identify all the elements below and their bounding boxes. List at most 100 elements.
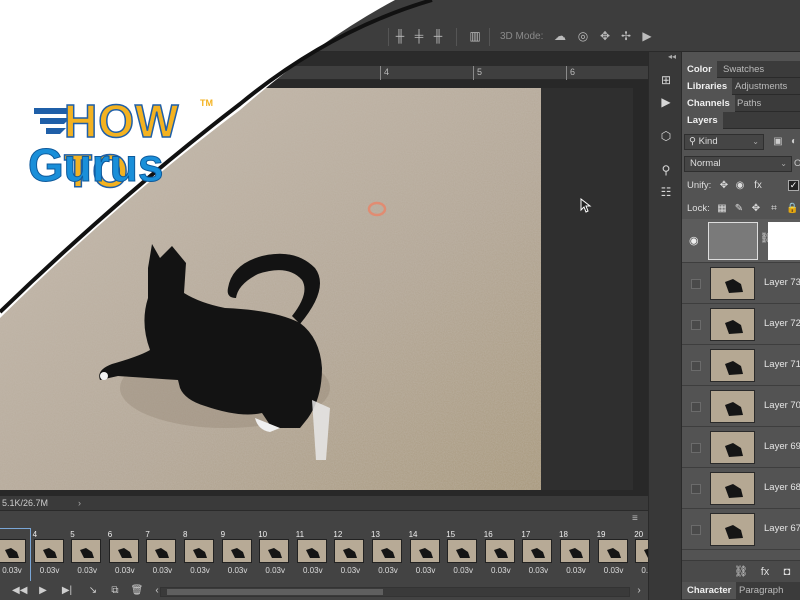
timeline-scrollbar[interactable] <box>160 587 630 597</box>
timeline-frame[interactable]: 11 0.03v <box>295 529 331 583</box>
slide-3d-icon[interactable]: ✢ <box>619 29 633 43</box>
timeline-frame[interactable]: 15 0.03v <box>445 529 481 583</box>
eye-icon[interactable]: ◉ <box>689 234 699 247</box>
frame-delay[interactable]: 0.03v <box>445 566 481 575</box>
fx-icon[interactable]: fx <box>758 565 772 579</box>
tab-libraries[interactable]: Libraries <box>682 78 733 95</box>
layer-row[interactable]: Layer 70 <box>682 386 800 427</box>
visibility-toggle[interactable] <box>691 443 701 453</box>
frame-delay[interactable]: 0.03v <box>408 566 444 575</box>
frame-delay[interactable]: 0.03v <box>69 566 105 575</box>
timeline-frame[interactable]: 10 0.03v <box>257 529 293 583</box>
visibility-toggle[interactable] <box>691 320 701 330</box>
link-layers-icon[interactable]: ⛓ <box>734 565 748 579</box>
timeline-frame[interactable]: 19 0.03v <box>596 529 632 583</box>
propagate-frame-checkbox[interactable]: ✓ <box>788 180 799 191</box>
timeline-frame[interactable]: 16 0.03v <box>483 529 519 583</box>
lock-artboard-icon[interactable]: ⌗ <box>768 203 780 215</box>
timeline-menu-icon[interactable]: ≡ <box>632 514 642 524</box>
frame-delay[interactable]: 0.03v <box>32 566 68 575</box>
frame-delay[interactable]: 0.03v <box>295 566 331 575</box>
layer-row[interactable]: Layer 67 <box>682 509 800 550</box>
frame-delay[interactable]: 0.03v <box>107 566 143 575</box>
visibility-toggle[interactable] <box>691 484 701 494</box>
status-menu-arrow[interactable]: › <box>78 496 81 510</box>
history-icon[interactable]: ⊞ <box>658 72 674 88</box>
next-frame-icon[interactable]: ▶| <box>60 584 74 598</box>
frame-delay[interactable]: 0.03v <box>144 566 180 575</box>
first-frame-icon[interactable]: ◀◀ <box>12 584 27 598</box>
timeline-frame[interactable]: 8 0.03v <box>182 529 218 583</box>
blend-mode-select[interactable]: Normal ⌄ <box>684 156 792 172</box>
layer-row[interactable]: Layer 71 <box>682 345 800 386</box>
tab-channels[interactable]: Channels <box>682 95 735 112</box>
timeline-frame[interactable]: 4 0.03v <box>32 529 68 583</box>
tab-character[interactable]: Character <box>682 582 737 599</box>
frame-delay[interactable]: 0.03v <box>332 566 368 575</box>
layer-row[interactable]: Layer 69 <box>682 427 800 468</box>
brush-settings-icon[interactable]: ⚲ <box>658 162 674 178</box>
frame-delay[interactable]: 0.03v <box>257 566 293 575</box>
play-icon[interactable]: ▶ <box>36 584 50 598</box>
timeline-frame[interactable]: 9 0.03v <box>220 529 256 583</box>
align-center-icon[interactable]: ╪ <box>412 29 426 43</box>
distribute-icon[interactable]: ▥ <box>468 29 482 43</box>
timeline-frame[interactable]: 18 0.03v <box>558 529 594 583</box>
add-mask-icon[interactable]: ◘ <box>780 565 794 579</box>
frame-delay[interactable]: 0.03v <box>220 566 256 575</box>
tab-adjustments[interactable]: Adjustments <box>730 78 792 95</box>
timeline-frame[interactable]: 7 0.03v <box>144 529 180 583</box>
duplicate-frame-icon[interactable]: ⧉ <box>108 584 122 598</box>
frame-delay[interactable]: 0.03v <box>182 566 218 575</box>
roll-3d-icon[interactable]: ◎ <box>576 29 590 43</box>
unify-position-icon[interactable]: ✥ <box>718 180 730 192</box>
lock-pixels-icon[interactable]: ✎ <box>733 203 745 215</box>
timeline-frame[interactable]: 13 0.03v <box>370 529 406 583</box>
timeline-frame[interactable]: 5 0.03v <box>69 529 105 583</box>
scroll-right-icon[interactable]: › <box>632 584 646 598</box>
frame-delay[interactable]: 0.03v <box>558 566 594 575</box>
orbit-3d-icon[interactable]: ☁ <box>553 29 567 43</box>
3d-cube-icon[interactable]: ⬡ <box>658 128 674 144</box>
tween-icon[interactable]: ↘ <box>86 584 100 598</box>
frame-delay[interactable]: 0.03v <box>370 566 406 575</box>
unify-style-icon[interactable]: fx <box>752 180 764 192</box>
align-left-icon[interactable]: ╫ <box>393 29 407 43</box>
layer-row-selected[interactable]: ◉ ⛓ <box>682 219 800 263</box>
properties-icon[interactable]: ☷ <box>658 184 674 200</box>
lock-position-icon[interactable]: ✥ <box>750 203 762 215</box>
lock-all-icon[interactable]: 🔒 <box>786 203 798 215</box>
actions-play-icon[interactable]: ▶ <box>658 94 674 110</box>
lock-transparent-icon[interactable]: ▦ <box>716 203 728 215</box>
collapse-icon[interactable]: ◂◂ <box>668 52 676 61</box>
layer-row[interactable]: Layer 68 <box>682 468 800 509</box>
layer-row[interactable]: Layer 72 <box>682 304 800 345</box>
frame-delay[interactable]: 0.03v <box>0 566 30 575</box>
timeline-frame[interactable]: 6 0.03v <box>107 529 143 583</box>
delete-frame-icon[interactable]: 🗑 <box>130 584 144 598</box>
visibility-toggle[interactable] <box>691 525 701 535</box>
tab-color[interactable]: Color <box>682 61 717 78</box>
tab-layers[interactable]: Layers <box>682 112 723 129</box>
visibility-toggle[interactable] <box>691 402 701 412</box>
timeline-frame[interactable]: 12 0.03v <box>332 529 368 583</box>
scrollbar-thumb[interactable] <box>167 589 383 595</box>
tab-paragraph[interactable]: Paragraph <box>734 582 788 599</box>
filter-pixel-icon[interactable]: ▣ <box>772 136 784 148</box>
frame-delay[interactable]: 0.03v <box>596 566 632 575</box>
timeline-frame[interactable]: 14 0.03v <box>408 529 444 583</box>
timeline-frame[interactable]: 17 0.03v <box>520 529 556 583</box>
pan-3d-icon[interactable]: ✥ <box>598 29 612 43</box>
timeline-frame[interactable]: 0.03v <box>0 528 31 584</box>
unify-visibility-icon[interactable]: ◉ <box>734 180 746 192</box>
filter-adjustment-icon[interactable]: ◐ <box>788 136 800 148</box>
video-3d-icon[interactable]: ▶ <box>640 29 654 43</box>
layer-mask-thumbnail[interactable] <box>768 222 800 260</box>
tab-paths[interactable]: Paths <box>732 95 766 112</box>
align-right-icon[interactable]: ╫ <box>431 29 445 43</box>
visibility-toggle[interactable] <box>691 361 701 371</box>
frame-delay[interactable]: 0.03v <box>483 566 519 575</box>
visibility-toggle[interactable] <box>691 279 701 289</box>
tab-swatches[interactable]: Swatches <box>718 61 769 78</box>
frame-delay[interactable]: 0.03v <box>520 566 556 575</box>
